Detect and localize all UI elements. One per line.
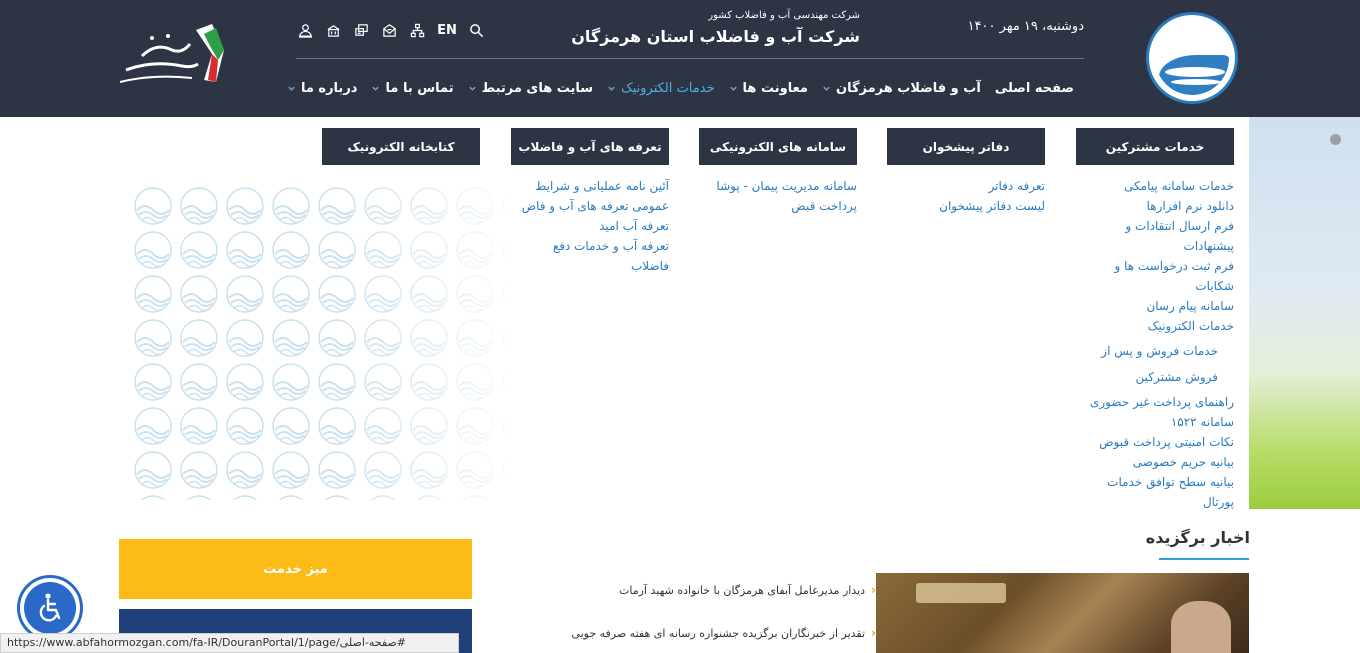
menu-column-electronic-systems: سامانه های الکترونیکی سامانه مدیریت پیما… — [699, 128, 857, 216]
nav-item-hormozgan-abfa[interactable]: آب و فاضلاب هرمزگان — [822, 81, 981, 96]
nav-item-label: آب و فاضلاب هرمزگان — [835, 80, 981, 96]
nav-item-label: درباره ما — [300, 80, 358, 96]
service-desk-button[interactable]: میز خدمت — [119, 539, 472, 599]
menu-link[interactable]: سامانه مدیریت پیمان - پوشا — [699, 176, 857, 196]
menu-link[interactable]: خدمات سامانه پیامکی — [1076, 176, 1234, 196]
menu-link[interactable]: خدمات فروش و پس از — [1076, 340, 1234, 362]
logo-icon — [1155, 21, 1229, 95]
menu-column-links: سامانه مدیریت پیمان - پوشا پرداخت قبض — [699, 176, 857, 216]
menu-column-links: تعرفه دفاتر لیست دفاتر پیشخوان — [887, 176, 1045, 216]
mail-icon[interactable] — [380, 22, 399, 39]
menu-link[interactable]: بیانیه سطح توافق خدمات — [1076, 472, 1234, 492]
menu-link[interactable]: سامانه پیام رسان — [1076, 296, 1234, 316]
chevron-down-icon — [287, 84, 296, 93]
chevron-down-icon — [729, 84, 738, 93]
nav-item-label: خدمات الکترونیک — [621, 80, 715, 96]
menu-column-title[interactable]: دفاتر پیشخوان — [887, 128, 1045, 165]
language-switch[interactable]: EN — [436, 22, 458, 39]
menu-link[interactable]: بیانیه حریم خصوصی — [1076, 452, 1234, 472]
nav-item-label: تماس با ما — [385, 80, 454, 96]
page: دوشنبه، ۱۹ مهر ۱۴۰۰ شرکت مهندسی آب و فاض… — [0, 0, 1360, 653]
menu-link[interactable]: شکایات — [1076, 276, 1234, 296]
nav-item-label: صفحه اصلی — [994, 80, 1074, 96]
accessibility-button[interactable] — [17, 575, 83, 641]
menu-link[interactable]: لیست دفاتر پیشخوان — [887, 196, 1045, 216]
menu-link[interactable]: فرم ارسال انتقادات و — [1076, 216, 1234, 236]
menu-link[interactable]: آئین نامه عملیاتی و شرایط — [511, 176, 669, 196]
news-item-title[interactable]: دیدار مدیرعامل آبفای هرمزگان با خانواده … — [619, 584, 865, 597]
menu-column-tariffs: تعرفه های آب و فاضلاب آئین نامه عملیاتی … — [511, 128, 669, 276]
chevron-down-icon — [822, 84, 831, 93]
menu-column-kiosk-offices: دفاتر پیشخوان تعرفه دفاتر لیست دفاتر پیش… — [887, 128, 1045, 216]
wheelchair-icon — [24, 582, 76, 634]
chat-icon[interactable] — [352, 22, 371, 39]
menu-link[interactable]: دانلود نرم افزارها — [1076, 196, 1234, 216]
header-divider — [296, 58, 1084, 59]
chevron-down-icon — [468, 84, 477, 93]
menu-link[interactable]: فروش مشترکین — [1076, 366, 1234, 388]
menu-column-title[interactable]: تعرفه های آب و فاضلاب — [511, 128, 669, 165]
company-logo[interactable] — [1146, 12, 1238, 104]
news-item-title[interactable]: تقدیر از خبرنگاران برگزیده جشنواره رسانه… — [571, 627, 865, 640]
banner-background — [1249, 117, 1360, 509]
menu-link[interactable]: تعرفه آب و خدمات دفع — [511, 236, 669, 256]
company-title[interactable]: شرکت آب و فاضلاب استان هرمزگان — [560, 27, 860, 46]
menu-link[interactable]: پیشنهادات — [1076, 236, 1234, 256]
menu-link[interactable]: فاضلاب — [511, 256, 669, 276]
nav-item-label: معاونت ها — [742, 80, 808, 96]
chevron-down-icon — [607, 84, 616, 93]
user-icon[interactable] — [296, 22, 315, 39]
featured-news-title: اخبار برگزیده — [1145, 528, 1250, 547]
nav-item-label: سایت های مرتبط — [481, 80, 594, 96]
nav-item-deputies[interactable]: معاونت ها — [729, 81, 808, 96]
sitemap-icon[interactable] — [408, 22, 427, 39]
arrow-left-icon: ‹ — [871, 626, 876, 640]
current-date: دوشنبه، ۱۹ مهر ۱۴۰۰ — [967, 19, 1084, 34]
menu-column-title[interactable]: کتابخانه الکترونیک — [322, 128, 480, 165]
slider-dot[interactable] — [1330, 134, 1341, 145]
menu-link[interactable]: تعرفه آب امید — [511, 216, 669, 236]
menu-column-title[interactable]: سامانه های الکترونیکی — [699, 128, 857, 165]
featured-news-image[interactable] — [876, 573, 1249, 653]
menu-column-e-library: کتابخانه الکترونیک — [322, 128, 480, 165]
menu-column-links: آئین نامه عملیاتی و شرایط عمومی تعرفه ها… — [511, 176, 669, 276]
main-navigation: صفحه اصلی آب و فاضلاب هرمزگان معاونت ها … — [288, 77, 1074, 99]
browser-status-bar: https://www.abfahormozgan.com/fa-IR/Dour… — [0, 633, 459, 653]
wave-pattern-decoration — [130, 184, 506, 500]
menu-link[interactable]: تعرفه دفاتر — [887, 176, 1045, 196]
featured-news-underline — [1159, 558, 1249, 560]
menu-link[interactable]: عمومی تعرفه های آب و فاض — [511, 196, 669, 216]
nav-item-e-services[interactable]: خدمات الکترونیک — [607, 80, 715, 96]
tolid-slogan-logo[interactable] — [112, 20, 240, 92]
company-subtitle: شرکت مهندسی آب و فاضلاب کشور — [708, 10, 860, 21]
nav-item-home[interactable]: صفحه اصلی — [995, 81, 1074, 96]
menu-link[interactable]: فرم ثبت درخواست ها و — [1076, 256, 1235, 276]
building-icon[interactable] — [324, 22, 343, 39]
news-item[interactable]: ‹ دیدار مدیرعامل آبفای هرمزگان با خانواد… — [560, 583, 876, 597]
menu-link[interactable]: راهنمای پرداخت غیر حضوری — [1076, 392, 1234, 412]
menu-link[interactable]: خدمات الکترونیک — [1076, 316, 1234, 336]
nav-item-contact[interactable]: تماس با ما — [371, 80, 454, 96]
menu-link[interactable]: سامانه ۱۵۲۲ — [1076, 412, 1234, 432]
arrow-left-icon: ‹ — [871, 583, 876, 597]
menu-link[interactable]: پرداخت قبض — [699, 196, 857, 216]
search-icon[interactable] — [467, 22, 486, 39]
menu-link[interactable]: پورتال — [1076, 492, 1234, 512]
chevron-down-icon — [371, 84, 380, 93]
header-tools: EN — [296, 20, 486, 40]
menu-column-title[interactable]: خدمات مشترکین — [1076, 128, 1234, 165]
nav-item-related-sites[interactable]: سایت های مرتبط — [468, 81, 593, 96]
menu-column-customer-services: خدمات مشترکین خدمات سامانه پیامکی دانلود… — [1076, 128, 1234, 512]
nav-item-about[interactable]: درباره ما — [287, 80, 358, 96]
news-item[interactable]: ‹ تقدیر از خبرنگاران برگزیده جشنواره رسا… — [560, 626, 876, 640]
menu-link[interactable]: نکات امنیتی پرداخت قبوض — [1076, 432, 1234, 452]
site-header: دوشنبه، ۱۹ مهر ۱۴۰۰ شرکت مهندسی آب و فاض… — [0, 0, 1360, 117]
menu-column-links: خدمات سامانه پیامکی دانلود نرم افزارها ف… — [1076, 176, 1234, 512]
